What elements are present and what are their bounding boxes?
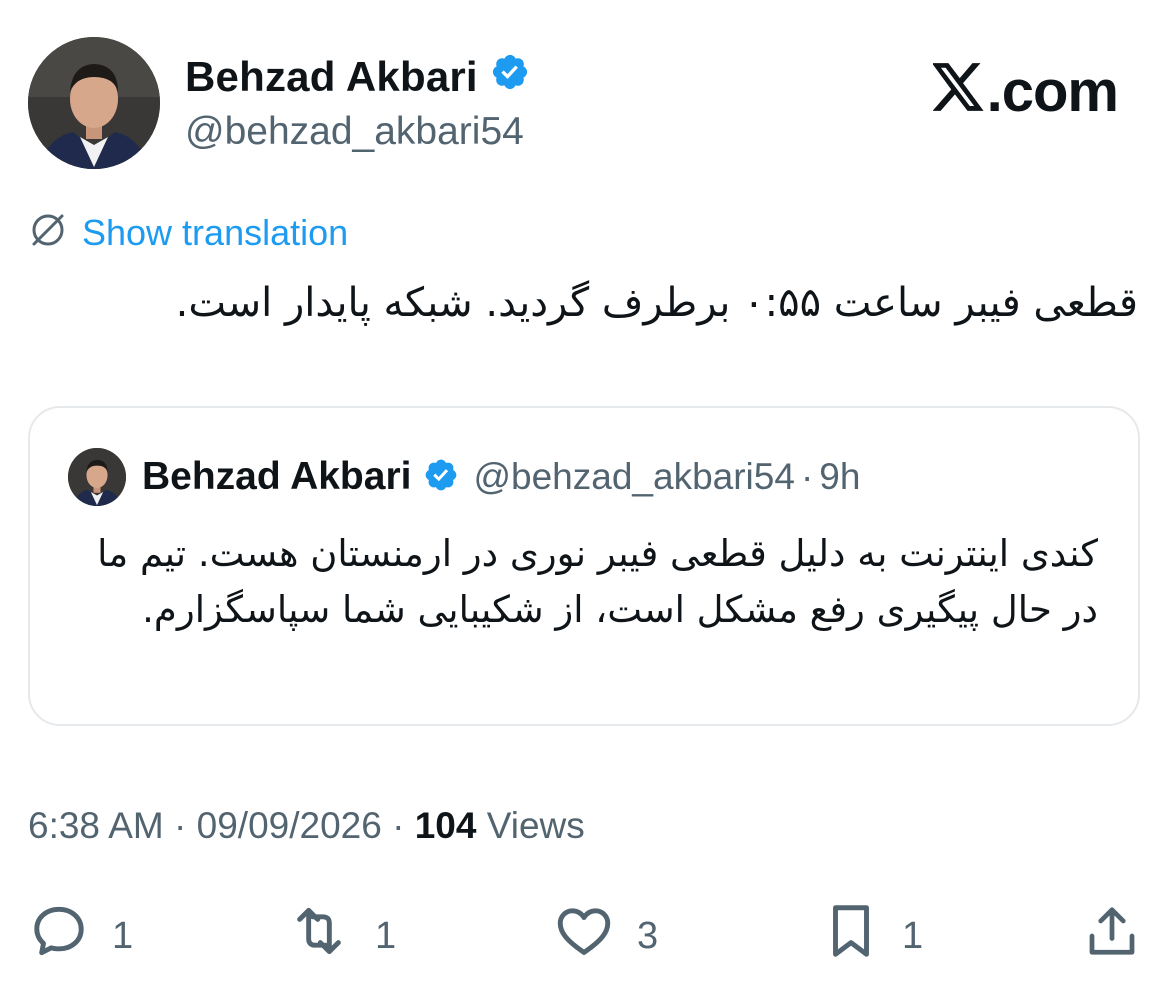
show-translation-label: Show translation (82, 211, 349, 253)
reply-button[interactable]: 1 (28, 900, 133, 972)
like-count: 3 (637, 914, 659, 957)
bookmark-count: 1 (902, 914, 924, 957)
bookmark-button[interactable]: 1 (822, 900, 923, 972)
quoted-tweet-card[interactable]: Behzad Akbari @behzad_akbari54 · 9h کندی… (28, 406, 1140, 726)
repost-icon (285, 900, 353, 972)
site-label: .com (986, 59, 1119, 124)
author-name-row: Behzad Akbari (185, 52, 530, 102)
share-icon (1082, 900, 1142, 972)
like-button[interactable]: 3 (553, 900, 658, 972)
author-handle[interactable]: @behzad_akbari54 (185, 110, 524, 154)
author-name[interactable]: Behzad Akbari (185, 53, 478, 101)
quoted-timestamp: 9h (819, 456, 861, 497)
views-count: 104 (414, 805, 477, 846)
quoted-tweet-header: Behzad Akbari @behzad_akbari54 · 9h (68, 448, 860, 506)
quoted-author-name: Behzad Akbari (142, 455, 412, 498)
quoted-author-handle: @behzad_akbari54 (473, 456, 795, 497)
share-button[interactable] (1082, 900, 1142, 972)
quoted-separator: · (800, 456, 814, 497)
meta-separator: · (392, 805, 405, 846)
tweet-meta: 6:38 AM · 09/09/2026 · 104 Views (28, 805, 585, 847)
reply-count: 1 (112, 914, 134, 957)
quoted-tweet-text: کندی اینترنت به دلیل قطعی فیبر نوری در ا… (97, 532, 1098, 631)
repost-button[interactable]: 1 (285, 900, 396, 972)
repost-count: 1 (375, 914, 397, 957)
views-label: Views (486, 805, 585, 846)
tweet-text: قطعی فیبر ساعت ۰:۵۵ برطرف گردید. شبکه پا… (175, 280, 1138, 326)
like-icon (553, 900, 615, 972)
translate-globe-icon (28, 210, 68, 255)
bookmark-icon (822, 900, 880, 972)
verified-badge-icon (490, 52, 530, 102)
site-brand: .com (931, 58, 1119, 125)
show-translation-link[interactable]: Show translation (28, 210, 348, 255)
quoted-author-avatar (68, 448, 126, 506)
reply-icon (28, 900, 90, 972)
tweet-time[interactable]: 6:38 AM (28, 805, 164, 846)
tweet-date[interactable]: 09/09/2026 (197, 805, 382, 846)
author-avatar[interactable] (28, 37, 160, 169)
meta-separator: · (174, 805, 187, 846)
verified-badge-icon (423, 457, 459, 498)
x-logo-icon (931, 58, 987, 125)
